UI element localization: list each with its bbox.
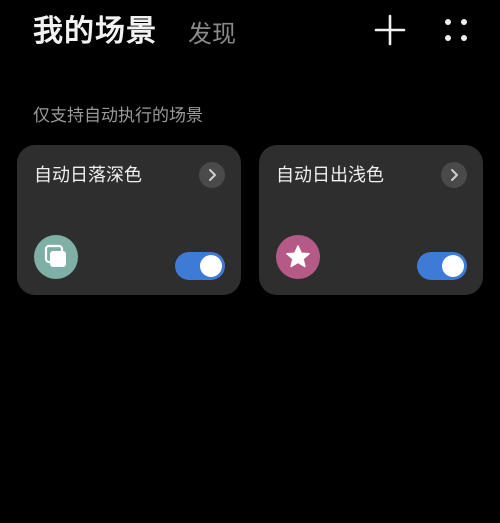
scene-toggle[interactable] [175, 252, 225, 280]
header: 我的场景 发现 [0, 0, 500, 70]
tab-discover[interactable]: 发现 [188, 18, 236, 50]
star-icon [276, 235, 320, 279]
chevron-right-icon[interactable] [441, 162, 467, 188]
scene-card-sunset-dark[interactable]: 自动日落深色 [17, 145, 241, 295]
scene-card-title: 自动日出浅色 [276, 165, 384, 186]
plus-icon [374, 14, 406, 46]
more-button[interactable] [438, 12, 474, 48]
four-dots-icon [445, 19, 467, 41]
scene-toggle[interactable] [417, 252, 467, 280]
layers-icon [34, 235, 78, 279]
tab-my-scenes[interactable]: 我的场景 [33, 12, 157, 52]
add-button[interactable] [372, 12, 408, 48]
scene-card-title: 自动日落深色 [34, 165, 142, 186]
chevron-right-icon[interactable] [199, 162, 225, 188]
toggle-knob [442, 255, 464, 277]
section-label: 仅支持自动执行的场景 [33, 106, 203, 126]
toggle-knob [200, 255, 222, 277]
scene-card-sunrise-light[interactable]: 自动日出浅色 [259, 145, 483, 295]
